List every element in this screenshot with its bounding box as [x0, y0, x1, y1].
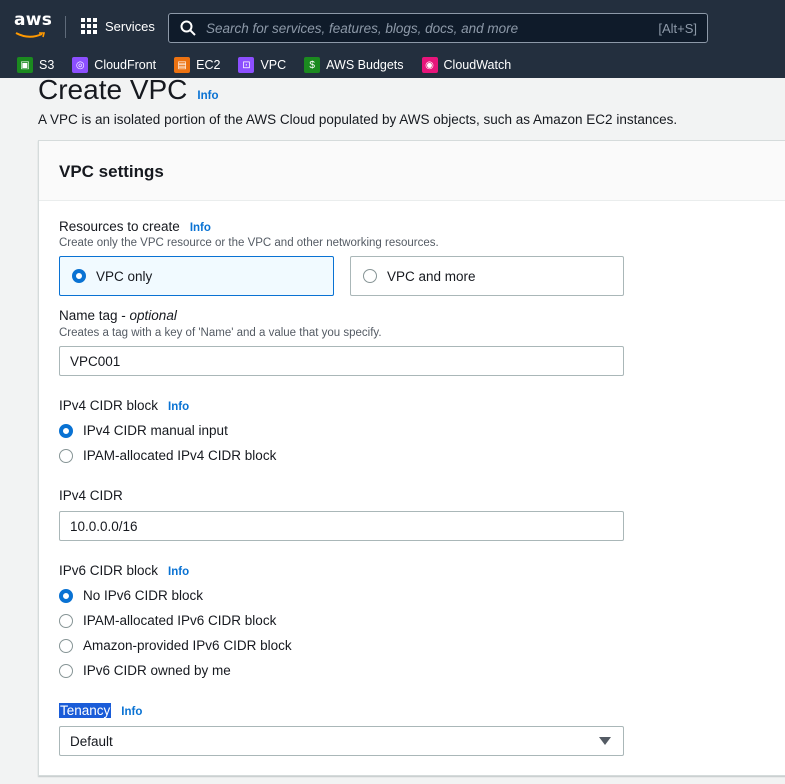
vpc-settings-panel: VPC settings Resources to create Info Cr… [38, 140, 785, 776]
budgets-icon: $ [304, 57, 321, 73]
tile-vpc-only[interactable]: VPC only [59, 256, 334, 296]
ipv4-manual-option[interactable]: IPv4 CIDR manual input [59, 423, 228, 438]
tile-label: VPC and more [387, 268, 476, 284]
services-menu-button[interactable]: Services [81, 18, 155, 34]
caret-down-icon [599, 737, 611, 745]
tenancy-info-link[interactable]: Info [121, 706, 142, 718]
ipv6-amazon-option[interactable]: Amazon-provided IPv6 CIDR block [59, 638, 292, 653]
vpc-icon: ⊡ [238, 57, 255, 73]
ipv4-cidr-input[interactable]: 10.0.0.0/16 [59, 511, 624, 541]
favorite-cloudwatch[interactable]: ◉ CloudWatch [421, 57, 512, 73]
page-description: A VPC is an isolated portion of the AWS … [38, 112, 678, 127]
favorite-s3[interactable]: ▣ S3 [17, 57, 54, 73]
search-placeholder: Search for services, features, blogs, do… [206, 20, 519, 36]
option-label: IPAM-allocated IPv6 CIDR block [83, 613, 277, 628]
favorite-label: CloudWatch [443, 58, 512, 72]
ipv6-info-link[interactable]: Info [168, 566, 189, 578]
resources-label: Resources to create Info [59, 219, 211, 234]
s3-icon: ▣ [17, 57, 33, 73]
panel-title: VPC settings [59, 162, 164, 181]
ipv6-cidr-block-label-text: IPv6 CIDR block [59, 563, 159, 578]
radio-button[interactable] [59, 423, 73, 438]
option-label: IPAM-allocated IPv4 CIDR block [83, 448, 277, 463]
ipv6-owned-option[interactable]: IPv6 CIDR owned by me [59, 663, 231, 678]
favorite-label: AWS Budgets [326, 58, 404, 72]
ipv6-none-option[interactable]: No IPv6 CIDR block [59, 588, 203, 603]
favorite-ec2[interactable]: ▤ EC2 [174, 57, 220, 73]
name-tag-input[interactable]: VPC001 [59, 346, 624, 376]
ipv4-ipam-option[interactable]: IPAM-allocated IPv4 CIDR block [59, 448, 276, 463]
top-navigation: aws Services Search for services, featur… [0, 0, 785, 52]
vpc-only-radio[interactable] [72, 269, 86, 283]
nav-divider [65, 16, 66, 38]
page-header: Create VPC Info [38, 74, 218, 106]
cloudwatch-icon: ◉ [421, 57, 438, 73]
radio-button[interactable] [59, 448, 73, 463]
aws-logo[interactable]: aws [14, 10, 53, 40]
grid-icon [81, 18, 97, 34]
search-icon [180, 20, 196, 36]
ipv4-cidr-block-label: IPv4 CIDR block Info [59, 398, 189, 413]
radio-button[interactable] [59, 663, 73, 678]
favorite-cloudfront[interactable]: ◎ CloudFront [72, 57, 156, 73]
ipv4-cidr-value: 10.0.0.0/16 [70, 518, 138, 534]
radio-button[interactable] [59, 588, 73, 603]
tile-label: VPC only [96, 268, 153, 284]
tenancy-select[interactable]: Default [59, 726, 624, 756]
option-label: No IPv6 CIDR block [83, 588, 204, 603]
name-tag-label: Name tag - optional [59, 308, 177, 323]
ipv4-cidr-label-text: IPv4 CIDR [59, 488, 123, 503]
tenancy-value: Default [70, 733, 113, 749]
ipv6-cidr-block-label: IPv6 CIDR block Info [59, 563, 189, 578]
ipv6-ipam-option[interactable]: IPAM-allocated IPv6 CIDR block [59, 613, 276, 628]
favorite-vpc[interactable]: ⊡ VPC [238, 57, 286, 73]
resources-info-link[interactable]: Info [190, 222, 211, 234]
panel-header: VPC settings [39, 141, 785, 201]
ipv4-info-link[interactable]: Info [168, 401, 189, 413]
resources-label-text: Resources to create [59, 219, 180, 234]
tenancy-label-text: Tenancy [59, 703, 112, 718]
name-tag-value: VPC001 [70, 353, 121, 369]
search-shortcut: [Alt+S] [658, 20, 697, 36]
tile-vpc-and-more[interactable]: VPC and more [350, 256, 624, 296]
search-input[interactable]: Search for services, features, blogs, do… [168, 13, 708, 43]
page-title: Create VPC [38, 74, 188, 105]
cloudfront-icon: ◎ [72, 57, 89, 73]
vpc-and-more-radio[interactable] [363, 269, 377, 283]
ec2-icon: ▤ [174, 57, 191, 73]
radio-button[interactable] [59, 638, 73, 653]
name-tag-optional: optional [129, 308, 177, 323]
tenancy-label: Tenancy Info [59, 703, 142, 718]
option-label: IPv6 CIDR owned by me [83, 663, 231, 678]
radio-button[interactable] [59, 613, 73, 628]
favorite-label: CloudFront [94, 58, 157, 72]
name-tag-label-text: Name tag - [59, 308, 130, 323]
favorite-label: S3 [39, 58, 55, 72]
option-label: Amazon-provided IPv6 CIDR block [83, 638, 292, 653]
page-info-link[interactable]: Info [197, 90, 218, 102]
services-label: Services [105, 18, 155, 34]
aws-logo-text: aws [14, 10, 53, 30]
ipv4-cidr-block-label-text: IPv4 CIDR block [59, 398, 159, 413]
aws-smile-icon [15, 32, 46, 38]
option-label: IPv4 CIDR manual input [83, 423, 228, 438]
favorite-label: VPC [260, 58, 287, 72]
favorite-aws-budgets[interactable]: $ AWS Budgets [304, 57, 404, 73]
ipv4-cidr-label: IPv4 CIDR [59, 488, 123, 503]
resources-description: Create only the VPC resource or the VPC … [59, 237, 439, 249]
favorite-label: EC2 [196, 58, 221, 72]
name-tag-description: Creates a tag with a key of 'Name' and a… [59, 327, 382, 339]
